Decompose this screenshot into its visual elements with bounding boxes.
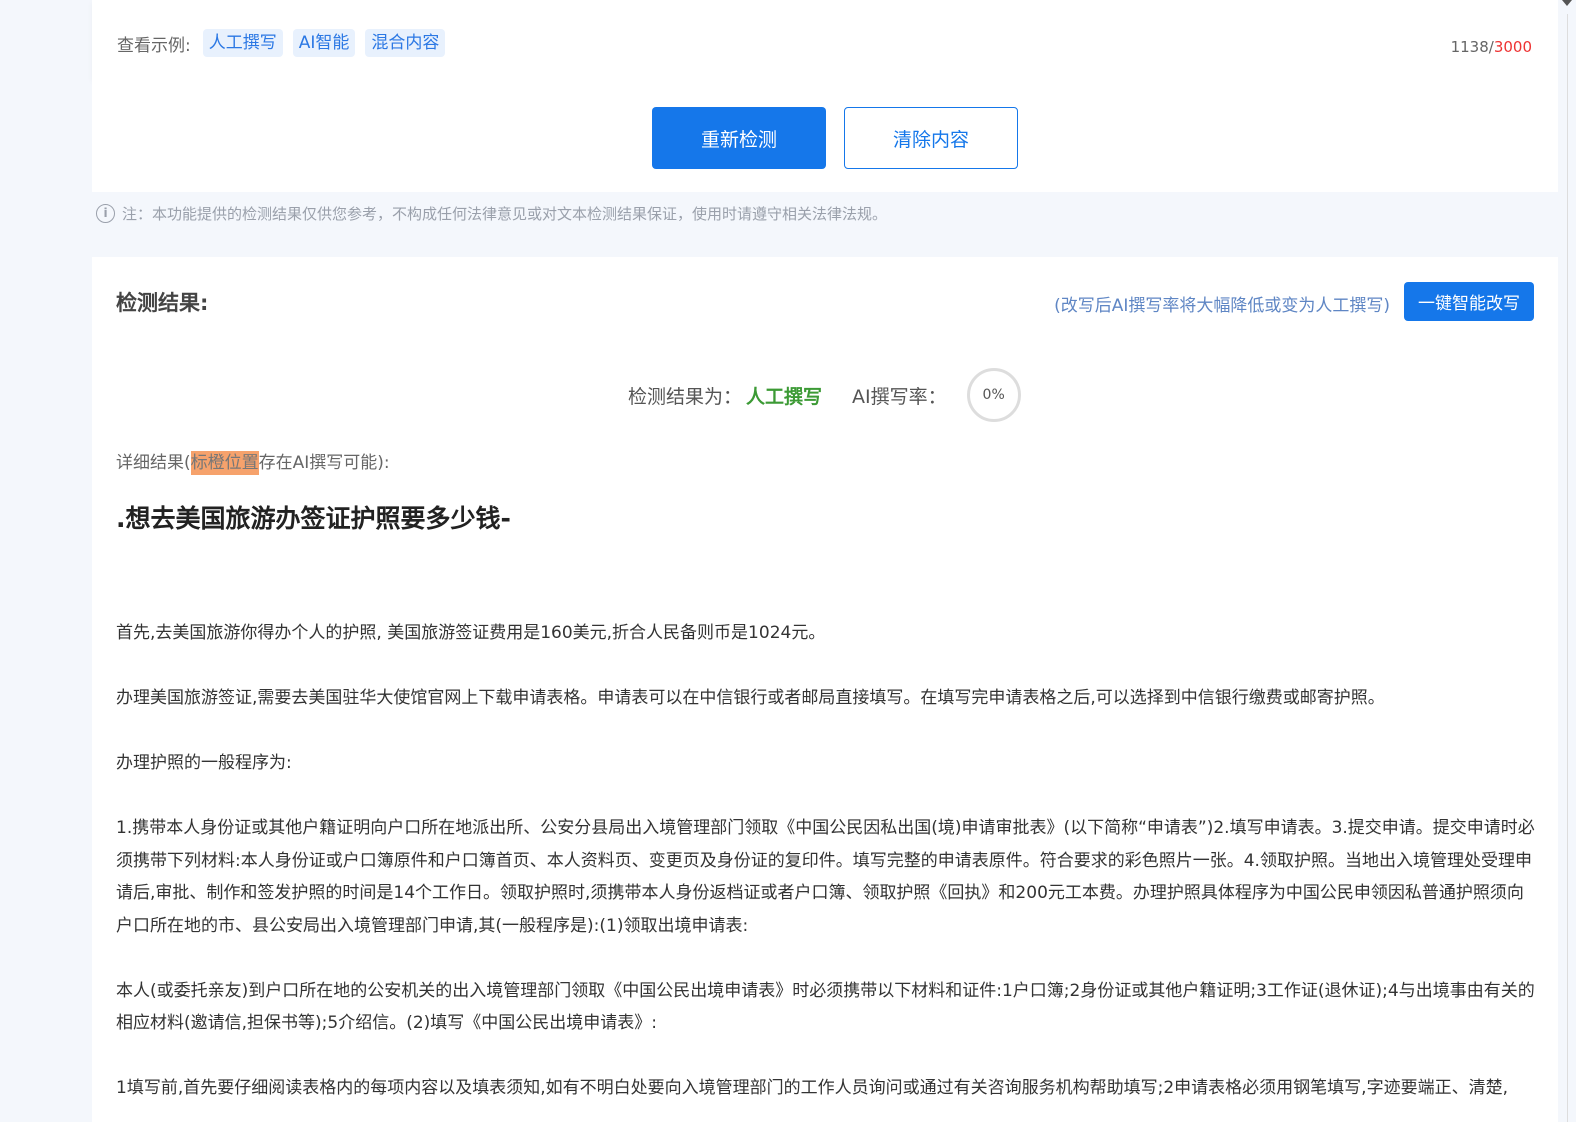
char-count: 1138 (1450, 38, 1489, 56)
example-human-tag[interactable]: 人工撰写 (202, 29, 283, 57)
ai-rate-gauge: 0% (966, 368, 1021, 422)
input-panel-footer: 查看示例: 人工撰写 AI智能 混合内容 1138/3000 (92, 0, 1558, 80)
scroll-up-arrow-icon[interactable] (1562, 0, 1572, 6)
page: 查看示例: 人工撰写 AI智能 混合内容 1138/3000 重新检测 清除内容… (0, 0, 1576, 1122)
detail-suffix: 存在AI撰写可能): (258, 453, 390, 473)
detail-prefix: 详细结果( (116, 453, 191, 473)
example-mixed-tag[interactable]: 混合内容 (365, 29, 446, 57)
disclaimer-notice: i 注：本功能提供的检测结果仅供您参考，不构成任何法律意见或对文本检测结果保证，… (96, 198, 887, 228)
result-panel: 检测结果: (改写后AI撰写率将大幅降低或变为人工撰写) 一键智能改写 检测结果… (92, 257, 1558, 1122)
verdict-value: 人工撰写 (746, 385, 823, 408)
smart-rewrite-button[interactable]: 一键智能改写 (1404, 282, 1534, 321)
recheck-button[interactable]: 重新检测 (652, 107, 826, 169)
paragraph: 办理美国旅游签证,需要去美国驻华大使馆官网上下载申请表格。申请表可以在中信银行或… (116, 688, 1385, 708)
scrollbar-track-line (1567, 14, 1568, 1122)
verdict-label: 检测结果为： (628, 385, 743, 408)
disclaimer-text: 注：本功能提供的检测结果仅供您参考，不构成任何法律意见或对文本检测结果保证，使用… (122, 204, 888, 223)
paragraph: 办理护照的一般程序为: (116, 753, 292, 773)
paragraph: 首先,去美国旅游你得办个人的护照, 美国旅游签证费用是160美元,折合人民备则币… (116, 623, 826, 643)
info-icon: i (96, 203, 115, 223)
paragraph: 1.携带本人身份证或其他户籍证明向户口所在地派出所、公安分县局出入境管理部门领取… (116, 818, 1535, 936)
ai-rate-label: AI撰写率： (852, 385, 947, 408)
paragraph: 本人(或委托亲友)到户口所在地的公安机关的出入境管理部门领取《中国公民出境申请表… (116, 980, 1535, 1034)
result-title: 检测结果: (116, 291, 209, 315)
detail-label: 详细结果(标橙位置存在AI撰写可能): (116, 448, 390, 475)
paragraph: 1填写前,首先要仔细阅读表格内的每项内容以及填表须知,如有不明白处要向入境管理部… (116, 1078, 1508, 1098)
detail-highlight-legend: 标橙位置 (190, 451, 259, 475)
rewrite-hint: (改写后AI撰写率将大幅降低或变为人工撰写) (1054, 296, 1390, 316)
examples-row: 查看示例: 人工撰写 AI智能 混合内容 (117, 29, 455, 57)
examples-label: 查看示例: (117, 35, 191, 56)
example-ai-tag[interactable]: AI智能 (292, 29, 356, 57)
action-bar: 重新检测 清除内容 (92, 80, 1558, 192)
char-counter: 1138/3000 (1451, 38, 1532, 56)
char-max: 3000 (1493, 38, 1532, 56)
ai-rate-value: 0% (982, 387, 1005, 403)
scrollbar[interactable] (1558, 0, 1576, 1122)
document-title: .想去美国旅游办签证护照要多少钱- (116, 504, 511, 533)
document-content: 首先,去美国旅游你得办个人的护照, 美国旅游签证费用是160美元,折合人民备则币… (116, 617, 1536, 1122)
clear-button[interactable]: 清除内容 (844, 107, 1018, 169)
result-summary: 检测结果为： 人工撰写 AI撰写率： 0% (628, 367, 1021, 423)
